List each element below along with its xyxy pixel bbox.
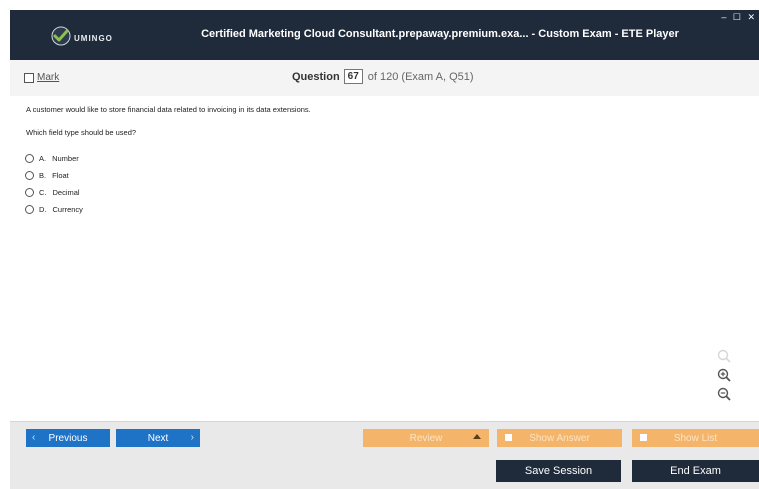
window-controls[interactable]: – ☐ ✕ xyxy=(721,12,757,23)
next-button[interactable]: Next › xyxy=(116,429,200,447)
zoom-in-icon[interactable] xyxy=(716,367,732,383)
mark-label: Mark xyxy=(37,72,60,83)
option-text: Decimal xyxy=(52,188,80,197)
app-window: UMINGO Certified Marketing Cloud Consult… xyxy=(0,0,759,489)
question-counter: Question 67 of 120 (Exam A, Q51) xyxy=(292,69,474,84)
zoom-tools xyxy=(716,348,738,405)
mark-checkbox[interactable]: Mark xyxy=(24,72,59,83)
show-list-label: Show List xyxy=(673,432,718,444)
navigation-bar: ‹ Previous Next › Review Show Answer Sho… xyxy=(10,421,759,456)
previous-label: Previous xyxy=(48,432,88,444)
show-list-button[interactable]: Show List xyxy=(632,429,759,447)
answer-options: A. Number B. Float C. Decimal D. Currenc… xyxy=(25,150,83,218)
radio-button[interactable] xyxy=(25,205,34,214)
question-label: Question xyxy=(292,70,340,83)
option-text: Number xyxy=(52,154,79,163)
title-bar: UMINGO Certified Marketing Cloud Consult… xyxy=(10,10,759,60)
review-button[interactable]: Review xyxy=(363,429,489,447)
end-exam-button[interactable]: End Exam xyxy=(632,460,759,482)
caret-up-icon xyxy=(473,434,481,439)
question-stem: A customer would like to store financial… xyxy=(26,105,311,114)
next-label: Next xyxy=(147,432,169,444)
search-icon[interactable] xyxy=(716,348,732,364)
answer-option-c[interactable]: C. Decimal xyxy=(25,184,83,201)
show-answer-label: Show Answer xyxy=(529,432,590,444)
window-title: Certified Marketing Cloud Consultant.pre… xyxy=(201,28,679,40)
checkbox-icon xyxy=(640,434,647,441)
checkbox-icon xyxy=(505,434,512,441)
umingo-logo-icon xyxy=(51,26,71,46)
mark-checkbox-box[interactable] xyxy=(24,72,34,83)
chevron-right-icon: › xyxy=(190,432,194,443)
answer-option-a[interactable]: A. Number xyxy=(25,150,83,167)
answer-option-b[interactable]: B. Float xyxy=(25,167,83,184)
previous-button[interactable]: ‹ Previous xyxy=(26,429,110,447)
question-body: A customer would like to store financial… xyxy=(10,96,759,421)
option-text: Currency xyxy=(52,205,83,214)
option-text: Float xyxy=(52,171,69,180)
show-answer-button[interactable]: Show Answer xyxy=(497,429,622,447)
question-prompt: Which field type should be used? xyxy=(26,128,137,137)
radio-button[interactable] xyxy=(25,171,34,180)
answer-option-d[interactable]: D. Currency xyxy=(25,201,83,218)
option-letter: D. xyxy=(39,205,47,214)
radio-button[interactable] xyxy=(25,154,34,163)
option-letter: A. xyxy=(39,154,47,163)
logo-text: UMINGO xyxy=(74,34,113,43)
save-session-button[interactable]: Save Session xyxy=(496,460,621,482)
radio-button[interactable] xyxy=(25,188,34,197)
question-header: Mark Question 67 of 120 (Exam A, Q51) xyxy=(10,60,759,97)
footer-bar: Save Session End Exam xyxy=(10,455,759,489)
review-label: Review xyxy=(409,432,443,444)
app-logo: UMINGO xyxy=(50,25,140,47)
question-total: of 120 (Exam A, Q51) xyxy=(367,70,474,83)
zoom-out-icon[interactable] xyxy=(716,386,732,402)
question-number-input[interactable]: 67 xyxy=(343,69,363,84)
option-letter: C. xyxy=(39,188,47,197)
option-letter: B. xyxy=(39,171,47,180)
chevron-left-icon: ‹ xyxy=(32,432,36,443)
